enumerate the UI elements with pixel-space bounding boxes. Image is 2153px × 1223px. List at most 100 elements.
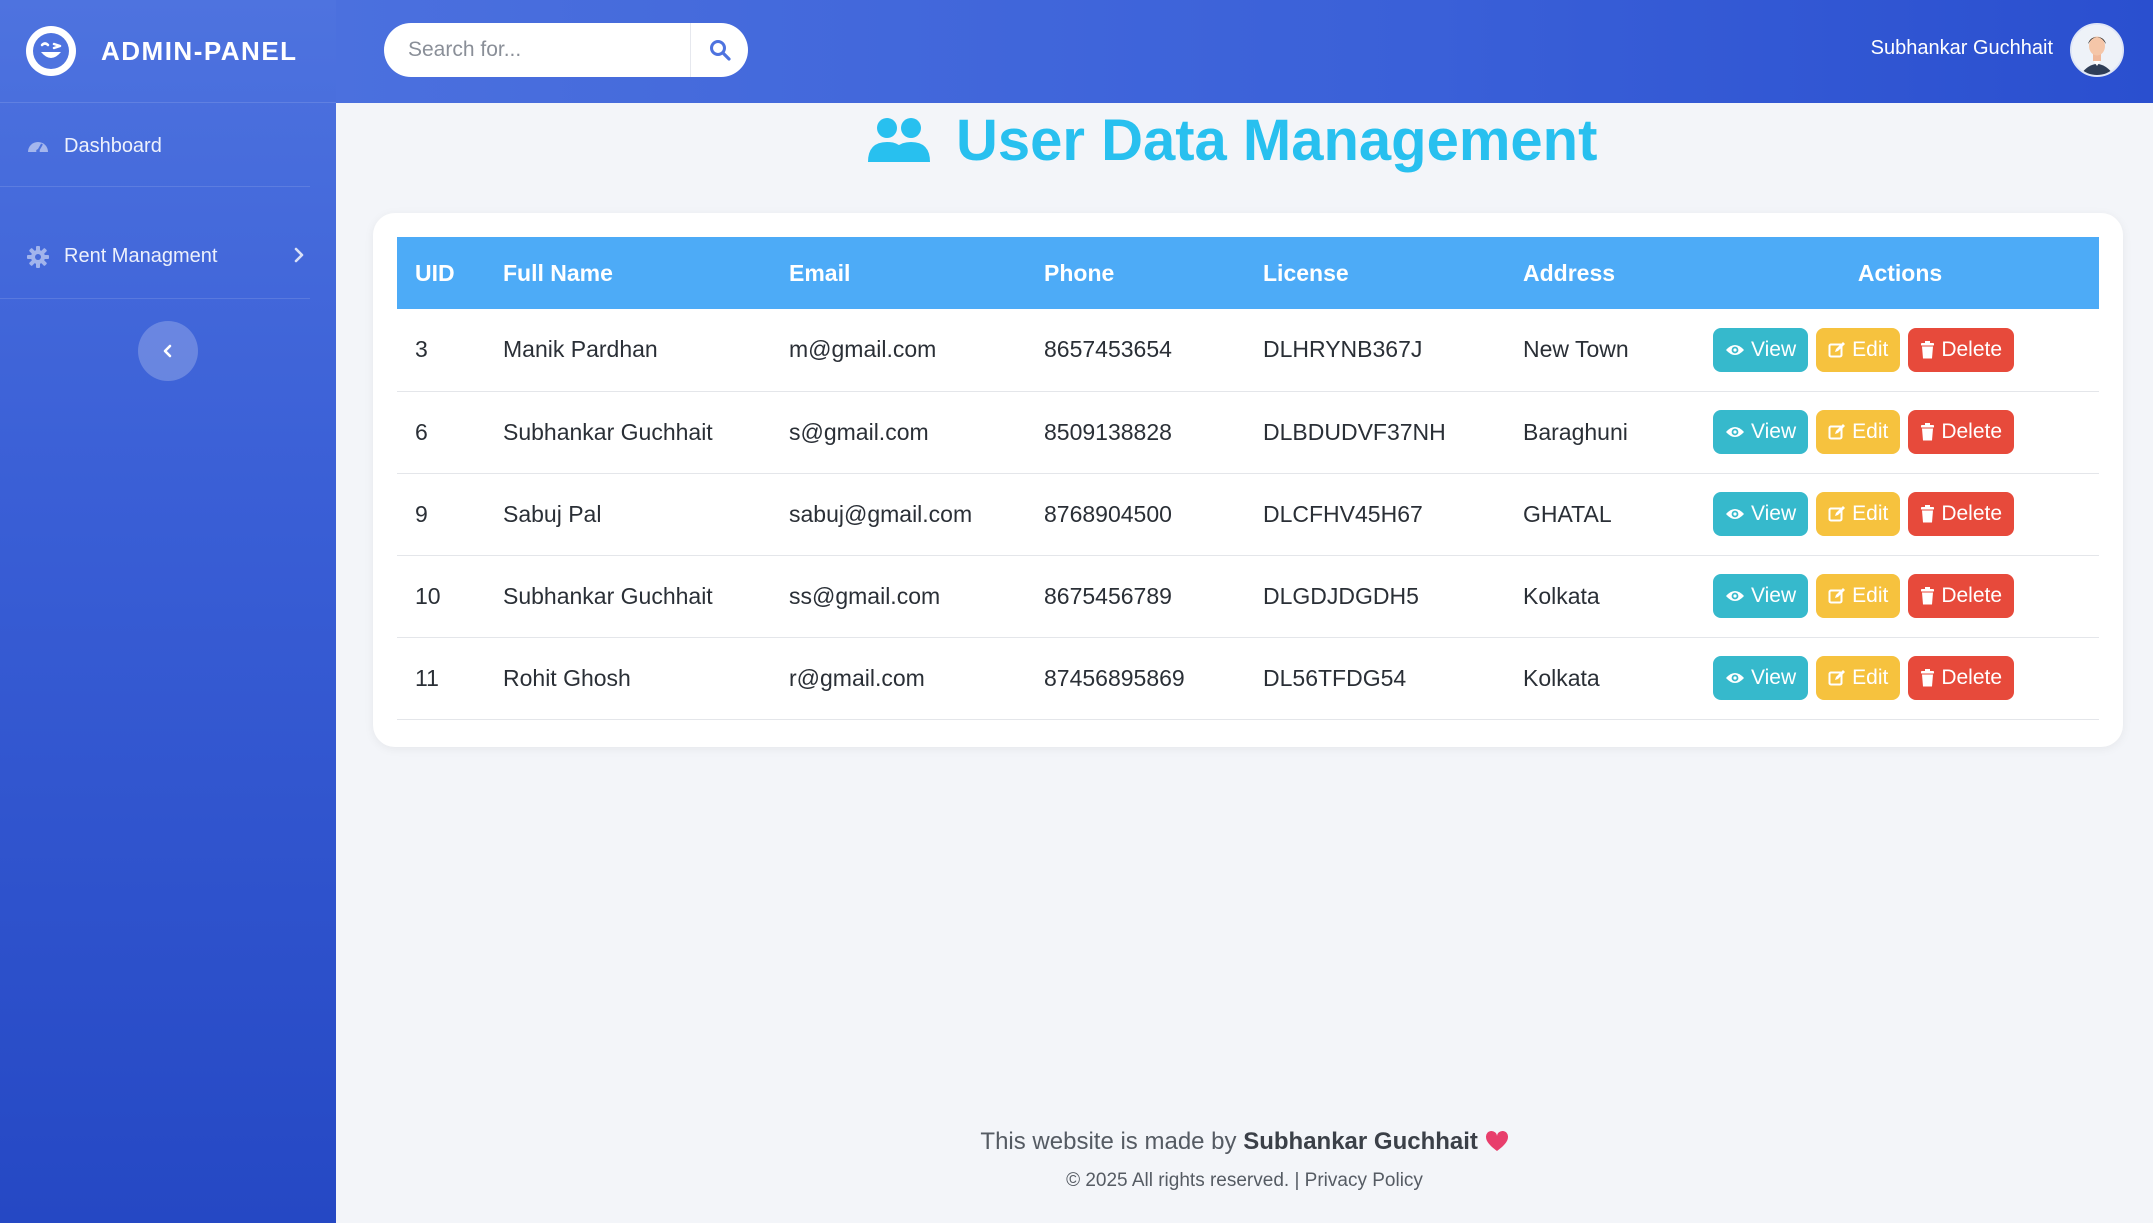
cell-uid: 10 — [415, 582, 441, 609]
cell-email: r@gmail.com — [789, 664, 925, 691]
sidebar-item-dashboard[interactable]: Dashboard — [0, 107, 310, 187]
cell-email: s@gmail.com — [789, 418, 929, 445]
table-row: 10 Subhankar Guchhait ss@gmail.com 86754567… — [397, 555, 2099, 637]
edit-button[interactable]: Edit — [1816, 574, 1901, 618]
edit-icon — [1828, 505, 1846, 523]
chevron-left-icon — [161, 342, 175, 360]
page-title: User Data Management — [868, 104, 1597, 176]
column-header-email[interactable]: Email — [771, 237, 1026, 309]
page-title-text: User Data Management — [956, 107, 1598, 173]
brand[interactable]: ADMIN-PANEL — [0, 0, 336, 103]
column-header-address[interactable]: Address — [1505, 237, 1701, 309]
laughing-face-icon — [26, 26, 76, 76]
avatar[interactable] — [2070, 23, 2124, 77]
cell-license: DLBDUDVF37NH — [1263, 418, 1446, 445]
cell-phone: 8675456789 — [1044, 582, 1172, 609]
eye-icon — [1725, 507, 1745, 521]
footer-credit: This website is made by Subhankar Guchha… — [336, 1128, 2153, 1156]
topbar: Subhankar Guchhait — [336, 0, 2153, 103]
search-box — [384, 23, 748, 77]
cell-full-name: Sabuj Pal — [503, 500, 602, 527]
cell-uid: 6 — [415, 418, 428, 445]
edit-label: Edit — [1852, 337, 1889, 361]
user-name[interactable]: Subhankar Guchhait — [1871, 37, 2053, 60]
view-button[interactable]: View — [1713, 656, 1809, 700]
delete-label: Delete — [1941, 584, 2003, 607]
column-header-actions: Actions — [1857, 259, 1943, 286]
search-icon — [709, 39, 731, 61]
view-label: View — [1751, 420, 1797, 443]
edit-icon — [1828, 423, 1846, 441]
delete-button[interactable]: Delete — [1908, 656, 2015, 700]
delete-button[interactable]: Delete — [1908, 327, 2015, 372]
search-button[interactable] — [690, 23, 748, 77]
heart-icon — [1485, 1128, 1509, 1155]
user-table: UID Full Name Email Phone License Addres… — [397, 237, 2099, 720]
gear-icon — [26, 245, 50, 269]
table-header-row: UID Full Name Email Phone License Addres… — [397, 237, 2099, 309]
column-header-phone[interactable]: Phone — [1026, 237, 1245, 309]
edit-icon — [1828, 669, 1846, 687]
view-button[interactable]: View — [1713, 492, 1809, 536]
cell-license: DL56TFDG54 — [1263, 664, 1407, 691]
sidebar-toggle-button[interactable] — [138, 321, 198, 381]
edit-button[interactable]: Edit — [1816, 656, 1901, 700]
view-label: View — [1751, 584, 1797, 607]
trash-icon — [1920, 587, 1935, 605]
trash-icon — [1920, 423, 1935, 441]
cell-license: DLGDJDGDH5 — [1263, 582, 1419, 609]
cell-uid: 11 — [415, 664, 439, 691]
delete-label: Delete — [1941, 337, 2003, 361]
edit-button[interactable]: Edit — [1816, 327, 1901, 372]
table-row: 11 Rohit Ghosh r@gmail.com 87456895869 DL56T… — [397, 637, 2099, 719]
edit-icon — [1828, 587, 1846, 605]
trash-icon — [1920, 340, 1935, 359]
sidebar-item-label: Dashboard — [64, 135, 162, 157]
cell-license: DLCFHV45H67 — [1263, 500, 1423, 527]
view-label: View — [1751, 502, 1797, 525]
view-button[interactable]: View — [1713, 410, 1809, 454]
footer-author: Subhankar Guchhait — [1243, 1128, 1478, 1155]
cell-email: sabuj@gmail.com — [789, 500, 973, 527]
view-button[interactable]: View — [1713, 574, 1809, 618]
edit-label: Edit — [1852, 502, 1889, 525]
cell-uid: 3 — [415, 336, 428, 363]
cell-actions: View Edit Delete — [1701, 637, 2099, 719]
cell-full-name: Rohit Ghosh — [503, 664, 631, 691]
view-button[interactable]: View — [1713, 327, 1809, 372]
edit-label: Edit — [1852, 420, 1889, 443]
cell-license: DLHRYNB367J — [1263, 336, 1423, 363]
gauge-icon — [26, 135, 50, 159]
edit-button[interactable]: Edit — [1816, 410, 1901, 454]
eye-icon — [1725, 343, 1745, 357]
sidebar-item-label: Rent Managment — [64, 245, 218, 267]
cell-phone: 8657453654 — [1044, 336, 1172, 363]
cell-full-name: Subhankar Guchhait — [503, 582, 713, 609]
delete-button[interactable]: Delete — [1908, 410, 2015, 454]
eye-icon — [1725, 425, 1745, 439]
cell-address: New Town — [1523, 336, 1629, 363]
cell-address: Kolkata — [1523, 582, 1600, 609]
delete-label: Delete — [1941, 666, 2003, 689]
column-header-license[interactable]: License — [1245, 237, 1505, 309]
cell-actions: View Edit Delete — [1701, 391, 2099, 473]
footer: This website is made by Subhankar Guchha… — [336, 1128, 2153, 1192]
column-header-full-name[interactable]: Full Name — [485, 237, 771, 309]
search-input[interactable] — [384, 23, 690, 77]
view-label: View — [1751, 337, 1797, 361]
cell-actions: View Edit Delete — [1701, 473, 2099, 555]
trash-icon — [1920, 505, 1935, 523]
eye-icon — [1725, 589, 1745, 603]
sidebar: ADMIN-PANEL Dashboard Rent Managment — [0, 0, 336, 1223]
eye-icon — [1725, 671, 1745, 685]
cell-address: Baraghuni — [1523, 418, 1628, 445]
delete-button[interactable]: Delete — [1908, 492, 2015, 536]
footer-prefix: This website is made by — [980, 1128, 1237, 1155]
chevron-right-icon — [292, 244, 306, 270]
cell-phone: 8509138828 — [1044, 418, 1172, 445]
column-header-uid[interactable]: UID — [397, 237, 485, 309]
edit-button[interactable]: Edit — [1816, 492, 1901, 536]
cell-phone: 87456895869 — [1044, 664, 1185, 691]
sidebar-item-rent-managment[interactable]: Rent Managment — [0, 215, 310, 299]
delete-button[interactable]: Delete — [1908, 574, 2015, 618]
